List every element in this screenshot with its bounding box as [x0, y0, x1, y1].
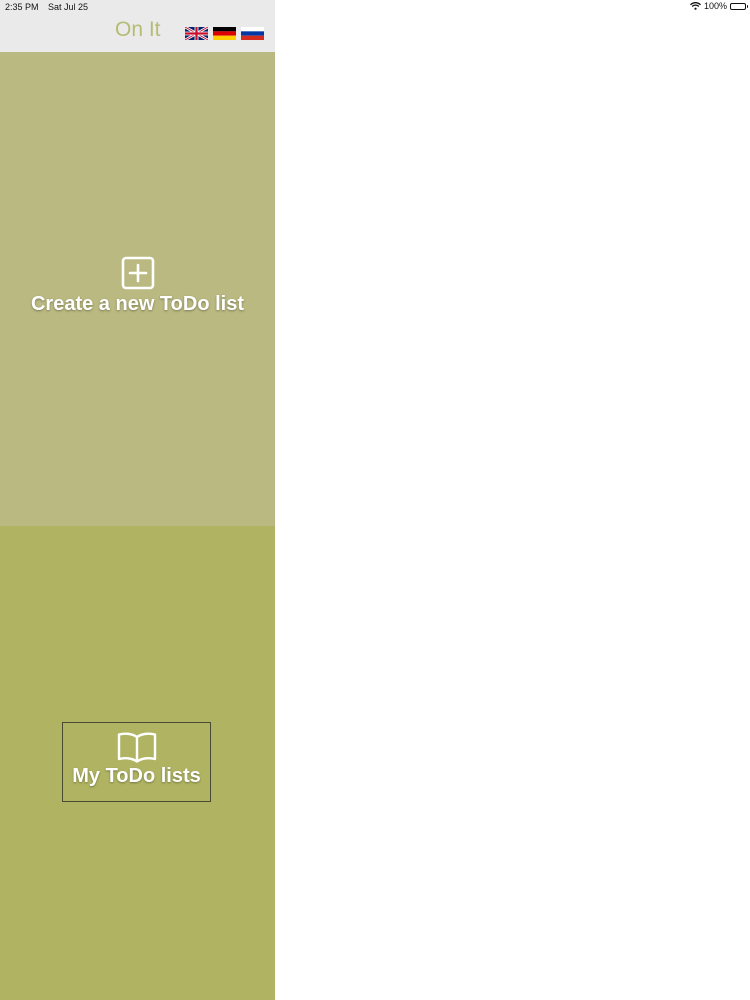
status-date: Sat Jul 25 — [48, 2, 89, 12]
flag-germany-icon[interactable] — [213, 27, 236, 40]
my-todo-lists-button[interactable]: My ToDo lists — [62, 722, 211, 802]
flag-uk-icon[interactable] — [185, 27, 208, 40]
battery-percentage: 100% — [703, 1, 727, 11]
create-todo-list-label: Create a new ToDo list — [30, 293, 244, 315]
sidebar: On It Create a new ToDo list My ToDo lis… — [0, 0, 275, 1000]
language-selector — [185, 27, 264, 40]
my-lists-panel: My ToDo lists — [0, 526, 275, 1000]
status-bar: 2:35 PM Sat Jul 25 100% — [0, 0, 750, 14]
create-panel-content: Create a new ToDo list — [0, 256, 275, 316]
battery-icon — [730, 2, 748, 10]
wifi-icon — [690, 2, 701, 10]
flag-russia-icon[interactable] — [241, 27, 264, 40]
app-title: On It — [115, 18, 161, 41]
my-todo-lists-label: My ToDo lists — [72, 765, 201, 787]
status-time: 2:35 PM — [5, 2, 39, 12]
plus-square-icon — [121, 256, 155, 290]
create-todo-list-button[interactable]: Create a new ToDo list — [0, 52, 275, 526]
book-icon — [117, 731, 157, 763]
detail-area — [275, 14, 750, 1000]
status-right: 100% — [690, 1, 748, 11]
